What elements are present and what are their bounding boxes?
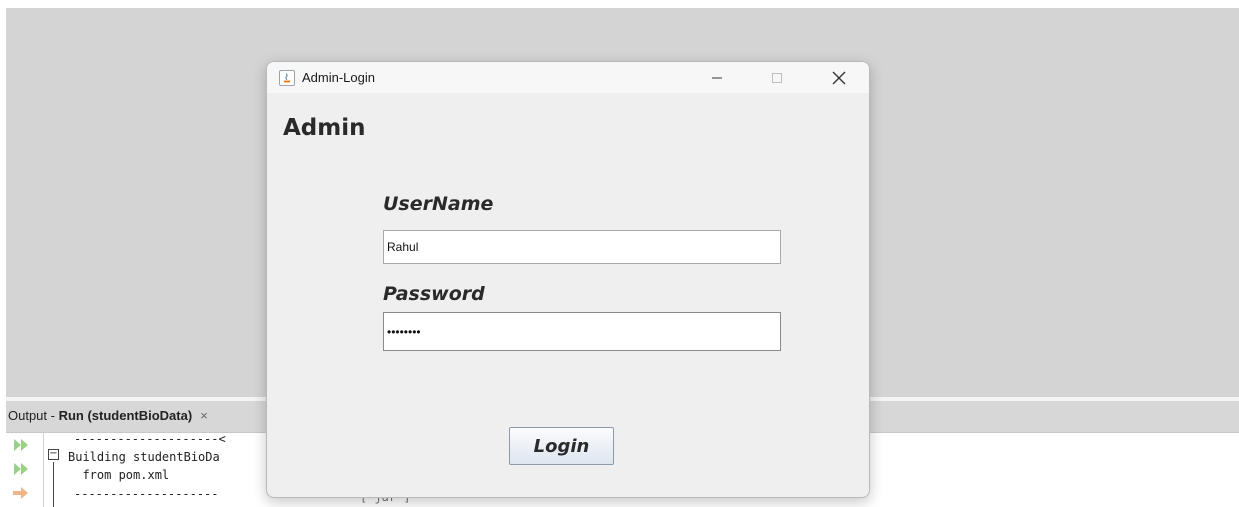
- admin-login-dialog: Admin-Login Admin UserName Password Logi…: [266, 61, 870, 498]
- maximize-button[interactable]: [755, 62, 799, 93]
- window-title: Admin-Login: [302, 70, 375, 85]
- minimize-icon: [712, 77, 722, 78]
- maximize-icon: [772, 72, 782, 83]
- page-title: Admin: [283, 115, 366, 141]
- rerun-alt-icon[interactable]: [12, 461, 30, 477]
- tree-guide-line: [53, 462, 54, 507]
- minimize-button[interactable]: [695, 62, 739, 93]
- console-line: --------------------<: [74, 432, 226, 446]
- tab-close-icon[interactable]: ×: [200, 408, 208, 423]
- output-tab-run-label: Run (studentBioData): [58, 408, 193, 423]
- login-button[interactable]: Login: [509, 427, 614, 465]
- java-icon: [279, 70, 295, 86]
- close-button[interactable]: [817, 62, 861, 93]
- rerun-icon[interactable]: [12, 437, 30, 453]
- close-icon: [832, 71, 846, 84]
- console-line: Building studentBioDa: [68, 450, 220, 464]
- output-tab[interactable]: Output - Run (studentBioData) ×: [8, 408, 208, 423]
- title-bar[interactable]: Admin-Login: [267, 62, 869, 93]
- password-field[interactable]: [383, 312, 781, 351]
- output-tab-prefix: Output -: [8, 408, 59, 423]
- stop-arrow-icon[interactable]: [12, 485, 30, 501]
- screen: Output - Run (studentBioData) × − -------…: [0, 0, 1239, 507]
- username-field[interactable]: [383, 230, 781, 264]
- console-line: --------------------: [74, 487, 219, 501]
- console-line: from pom.xml: [68, 468, 170, 482]
- collapse-toggle-icon[interactable]: −: [48, 449, 59, 460]
- password-label: Password: [383, 283, 485, 305]
- username-label: UserName: [383, 193, 494, 215]
